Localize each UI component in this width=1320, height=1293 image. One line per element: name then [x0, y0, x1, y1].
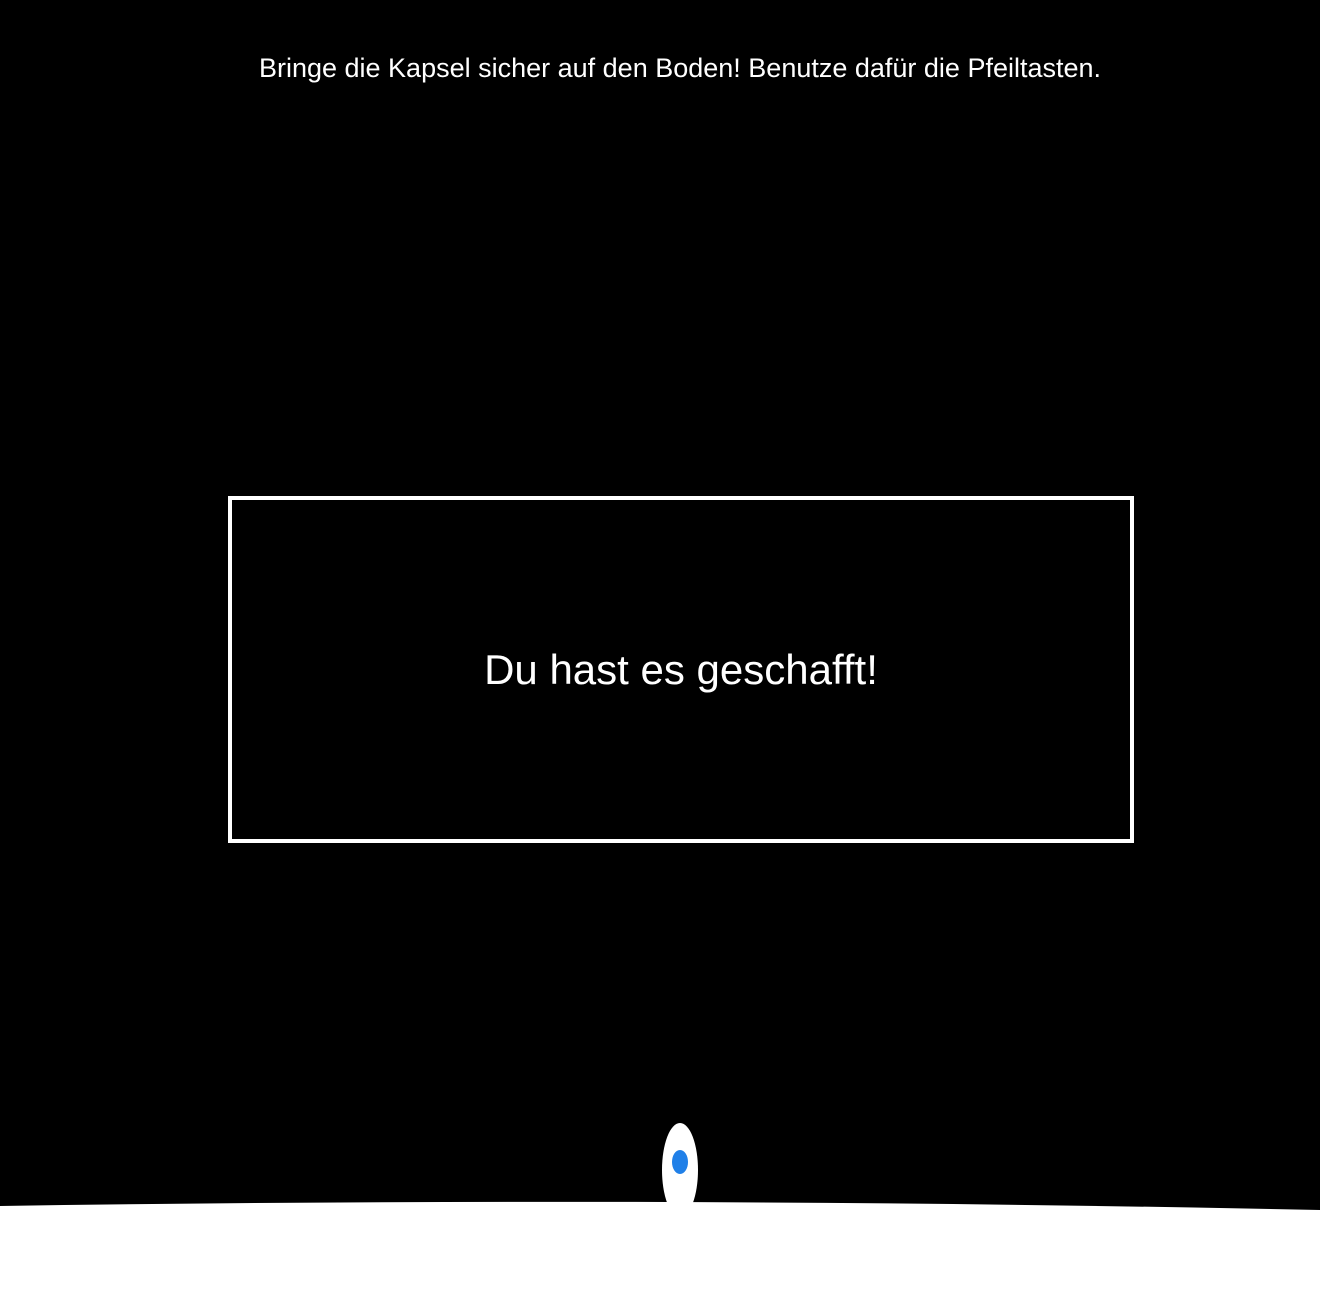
capsule-window — [672, 1150, 688, 1174]
capsule — [662, 1123, 698, 1217]
game-canvas[interactable]: Bringe die Kapsel sicher auf den Boden! … — [0, 0, 1320, 1293]
ground — [0, 1201, 1320, 1293]
success-message-box: Du hast es geschafft! — [228, 496, 1134, 843]
instructions-text: Bringe die Kapsel sicher auf den Boden! … — [258, 53, 1102, 83]
success-message: Du hast es geschafft! — [484, 645, 878, 693]
